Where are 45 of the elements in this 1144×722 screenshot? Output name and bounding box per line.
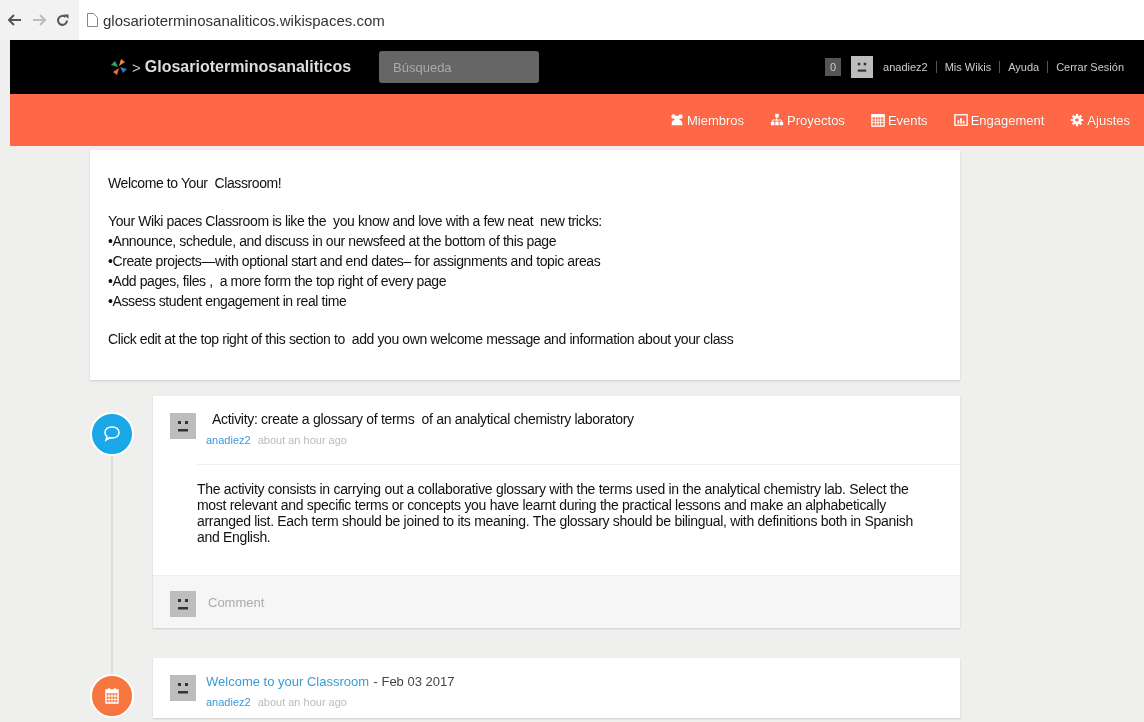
address-url[interactable]: glosarioterminosanaliticos.wikispaces.com (103, 11, 385, 29)
author-link[interactable]: anadiez2 (206, 696, 251, 708)
people-icon (670, 113, 684, 127)
avatar-icon (170, 675, 196, 701)
header-link[interactable]: Mis Wikis (935, 61, 1000, 73)
page-icon (87, 13, 98, 27)
settings-icon (1070, 113, 1085, 127)
site-name[interactable]: Glosarioterminosanaliticos (144, 58, 352, 76)
event-date: - Feb 03 2017 (373, 674, 455, 689)
chart-icon (953, 113, 968, 127)
instruction-text: Click edit at the top right of this section to add you own welcome message and information about your class (108, 330, 735, 349)
breadcrumb-separator: > (132, 58, 141, 76)
bullet-item: •Assess student engagement in real time (108, 292, 348, 311)
bullet-item: •Add pages, files , a more form the top right of every page (108, 272, 448, 291)
bullet-item: •Create projects—with optional start and end dates– for assignments and topic areas (108, 252, 602, 271)
intro-text: Your Wiki paces Classroom is like the you know and love with a few neat new tricks: (108, 212, 603, 231)
hierarchy-icon (770, 113, 785, 127)
activity-description: The activity consists in carrying out a collaborative glossary with the terms used in the analytical chemistry lab. Select the most relevant and specific terms or concepts you have learnt during the practical lessons and make an alphabetically arranged list. Each term should be joined to its meaning. The glossary should be bilingual, with definitions both in Spanish and English. (197, 481, 914, 545)
header-link[interactable]: Ayuda (999, 61, 1048, 73)
avatar-icon (170, 590, 196, 617)
author-link[interactable]: anadiez2 (206, 434, 251, 446)
nav-link[interactable]: Engagement (953, 112, 1045, 128)
reload-icon[interactable] (56, 13, 69, 27)
page-link[interactable]: Welcome to your Classroom (206, 674, 370, 689)
activity-title: Activity: create a glossary of terms of an analytical chemistry laboratory (212, 411, 634, 427)
nav-link[interactable]: Miembros (670, 112, 745, 128)
header-link[interactable]: Cerrar Sesión (1047, 61, 1132, 73)
back-icon[interactable] (8, 14, 22, 26)
timestamp: about an hour ago (257, 696, 347, 708)
speech-bubble-icon (90, 412, 134, 456)
nav-link[interactable]: Ajustes (1070, 112, 1130, 128)
bullet-item: •Announce, schedule, and discuss in our newsfeed at the bottom of this page (108, 232, 558, 251)
username-link[interactable]: anadiez2 (883, 61, 936, 73)
calendar-icon (90, 674, 134, 718)
notification-count[interactable]: 0 (824, 58, 842, 76)
comment-field[interactable]: Comment (206, 593, 510, 611)
welcome-title: Welcome to Your Classroom! (108, 174, 283, 193)
logo-icon (110, 58, 128, 76)
avatar-icon (851, 56, 874, 78)
nav-link[interactable]: Proyectos (770, 112, 845, 128)
nav-link[interactable]: Events (870, 112, 928, 128)
search-field[interactable]: Búsqueda (379, 51, 540, 83)
calendar-icon (870, 113, 885, 127)
avatar-icon (170, 413, 196, 439)
timestamp: about an hour ago (257, 434, 347, 446)
